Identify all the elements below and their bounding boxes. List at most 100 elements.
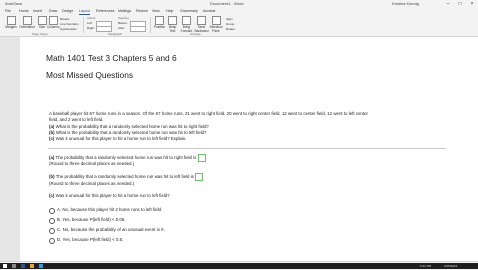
rotate-button[interactable]: Rotate — [226, 27, 235, 31]
size-button[interactable]: Size — [37, 16, 47, 29]
question-part-text: What is the probability that a randomly … — [55, 124, 209, 129]
option-text: No, because this player hit 2 home runs … — [62, 207, 163, 212]
send-backward-icon — [197, 16, 206, 25]
taskbar: 5:21 PM 2/15/2021 — [0, 263, 478, 269]
page-title: Math 1401 Test 3 Chapters 5 and 6 — [46, 53, 177, 63]
close-icon[interactable]: × — [468, 0, 476, 8]
option-letter: D. — [57, 237, 62, 242]
answer-a-input[interactable] — [197, 154, 206, 162]
tab-references[interactable]: References — [96, 8, 114, 15]
option-a[interactable]: A. No, because this player hit 2 home ru… — [57, 207, 162, 213]
orientation-label: Orientation — [19, 25, 35, 29]
breaks-button[interactable]: Breaks — [60, 17, 69, 21]
start-icon[interactable] — [3, 264, 7, 268]
option-a-radio[interactable] — [49, 208, 55, 214]
question-part-text: Was it unusual for this player to hit a … — [55, 136, 187, 141]
option-text: Yes, because P(left field) < 0.5. — [62, 237, 124, 242]
bring-forward-icon — [182, 16, 191, 25]
answer-a-text: The probability that a randomly selected… — [55, 155, 197, 161]
tab-design[interactable]: Design — [62, 8, 73, 15]
paragraph-group-label: Paragraph — [108, 32, 123, 36]
ribbon: Margins Orientation Size Columns Breaks … — [0, 15, 478, 37]
minimize-icon[interactable]: – — [444, 0, 452, 8]
position-icon — [155, 16, 164, 25]
taskbar-date[interactable]: 2/15/2021 — [444, 263, 457, 269]
answer-c: (c) Was it unusual for this player to hi… — [49, 193, 170, 199]
option-letter: C. — [57, 227, 62, 232]
tab-layout[interactable]: Layout — [79, 8, 90, 15]
option-c-radio[interactable] — [49, 228, 55, 234]
document-title: Document1 - Word — [210, 1, 244, 6]
line-numbers-button[interactable]: Line Numbers — [60, 22, 79, 26]
margins-icon — [6, 16, 16, 25]
ribbon-tabs: File Home Insert Draw Design Layout Refe… — [0, 8, 478, 21]
wrap-text-button[interactable]: Wrap Text — [166, 16, 179, 33]
option-b-radio[interactable] — [49, 218, 55, 224]
option-d[interactable]: D. Yes, because P(left field) < 0.5. — [57, 237, 123, 243]
selection-pane-label: Selection Pane — [209, 25, 223, 33]
tab-acrobat[interactable]: Acrobat — [203, 8, 215, 15]
option-text: No, because the probability of an unusua… — [62, 227, 165, 232]
autosave-label[interactable]: AutoSave — [5, 0, 22, 8]
title-bar: AutoSave Document1 - Word Kristina Koeni… — [0, 0, 478, 8]
question-part-tag: (c) — [49, 136, 55, 141]
problem-text-line: field, and 2 went to left field. — [49, 117, 104, 122]
answer-tag: (b) — [49, 174, 55, 180]
maximize-icon[interactable]: □ — [456, 0, 464, 8]
columns-label: Columns — [47, 25, 60, 29]
answer-b-text: The probability that a randomly selected… — [55, 174, 194, 180]
selection-pane-button[interactable]: Selection Pane — [209, 16, 223, 33]
search-icon[interactable] — [12, 264, 16, 268]
answer-c-text: Was it unusual for this player to hit a … — [55, 193, 170, 198]
user-name[interactable]: Kristina Koenig — [392, 0, 419, 8]
tab-home[interactable]: Home — [19, 8, 29, 15]
option-text: Yes, because P(left field) < 0.05. — [62, 217, 126, 222]
spacing-after-label: After: — [118, 26, 126, 30]
bring-forward-button[interactable]: Bring Forward — [179, 16, 194, 33]
file-explorer-icon[interactable] — [30, 264, 34, 268]
margins-label: Margins — [5, 25, 17, 29]
option-c[interactable]: C. No, because the probability of an unu… — [57, 227, 165, 233]
option-d-radio[interactable] — [49, 238, 55, 244]
size-label: Size — [38, 25, 46, 29]
arrange-group-label: Arrange — [190, 32, 201, 36]
tab-view[interactable]: View — [152, 8, 160, 15]
word-app-icon[interactable] — [21, 264, 25, 268]
spacing-after-input[interactable] — [130, 26, 146, 32]
tab-draw[interactable]: Draw — [49, 8, 57, 15]
position-button[interactable]: Position — [153, 16, 166, 29]
question-part-tag: (a) — [49, 124, 55, 129]
tab-insert[interactable]: Insert — [33, 8, 42, 15]
tab-help[interactable]: Help — [166, 8, 173, 15]
orientation-icon — [22, 16, 32, 25]
hyphenation-button[interactable]: Hyphenation — [60, 27, 77, 31]
section-divider — [48, 148, 446, 149]
option-letter: B. — [57, 217, 62, 222]
tab-file[interactable]: File — [5, 8, 11, 15]
page-setup-group-label: Page Setup — [32, 32, 48, 36]
option-b[interactable]: B. Yes, because P(left field) < 0.05. — [57, 217, 125, 223]
taskbar-time[interactable]: 5:21 PM — [420, 263, 431, 269]
orientation-button[interactable]: Orientation — [18, 16, 36, 29]
browser-icon[interactable] — [39, 264, 43, 268]
indent-label: Indent — [87, 16, 96, 20]
wrap-text-label: Wrap Text — [168, 25, 177, 33]
wrap-text-icon — [168, 16, 177, 25]
columns-icon — [48, 16, 58, 25]
margins-button[interactable]: Margins — [4, 16, 18, 29]
answer-b: (b) The probability that a randomly sele… — [49, 173, 204, 181]
option-letter: A. — [57, 207, 62, 212]
tab-mailings[interactable]: Mailings — [118, 8, 131, 15]
selection-pane-icon — [211, 16, 221, 25]
group-button[interactable]: Group — [226, 22, 234, 26]
columns-button[interactable]: Columns — [47, 16, 60, 29]
page-subtitle: Most Missed Questions — [46, 70, 134, 80]
answer-tag: (a) — [49, 155, 55, 161]
tab-grammarly[interactable]: Grammarly — [180, 8, 198, 15]
tab-review[interactable]: Review — [136, 8, 148, 15]
send-backward-button[interactable]: Send Backward — [194, 16, 209, 33]
align-button[interactable]: Align — [226, 17, 233, 21]
ribbon-divider — [83, 17, 84, 33]
indent-right-label: Right: — [87, 26, 95, 30]
answer-b-input[interactable] — [195, 173, 204, 181]
